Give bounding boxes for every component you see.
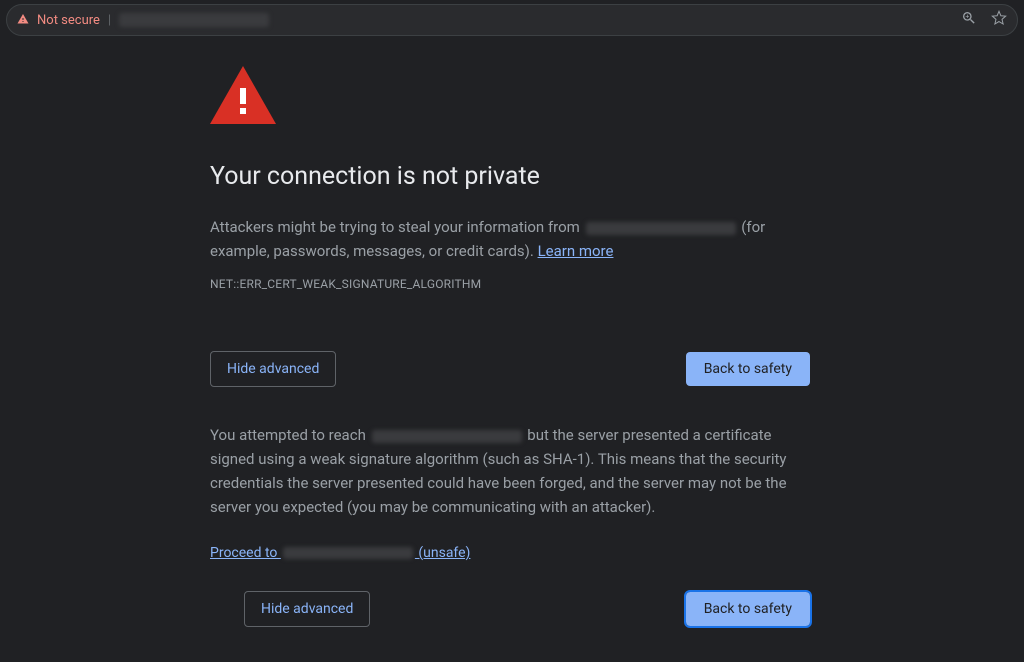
proceed-link-row: Proceed to (unsafe) bbox=[210, 545, 820, 561]
hide-advanced-button-2[interactable]: Hide advanced bbox=[244, 591, 370, 627]
back-to-safety-button-2[interactable]: Back to safety bbox=[686, 592, 810, 626]
warning-body-prefix: Attackers might be trying to steal your … bbox=[210, 218, 584, 236]
details-prefix: You attempted to reach bbox=[210, 426, 370, 444]
address-divider: | bbox=[108, 13, 111, 28]
error-code: NET::ERR_CERT_WEAK_SIGNATURE_ALGORITHM bbox=[210, 277, 820, 291]
warning-title: Your connection is not private bbox=[210, 162, 820, 191]
not-secure-label: Not secure bbox=[37, 13, 100, 28]
advanced-details: You attempted to reach but the server pr… bbox=[210, 423, 800, 519]
back-to-safety-button[interactable]: Back to safety bbox=[686, 352, 810, 386]
url-redacted bbox=[119, 13, 269, 27]
warning-body: Attackers might be trying to steal your … bbox=[210, 215, 820, 263]
warning-big-icon bbox=[210, 66, 276, 124]
host-redacted-2 bbox=[372, 430, 522, 443]
proceed-prefix: Proceed to bbox=[210, 545, 281, 561]
proceed-unsafe-link[interactable]: Proceed to (unsafe) bbox=[210, 545, 470, 561]
learn-more-link[interactable]: Learn more bbox=[538, 242, 614, 260]
proceed-suffix: (unsafe) bbox=[415, 545, 471, 561]
host-redacted-3 bbox=[283, 547, 413, 559]
button-row-secondary: Hide advanced Back to safety bbox=[210, 591, 810, 627]
ssl-warning-interstitial: Your connection is not private Attackers… bbox=[0, 36, 820, 627]
zoom-icon[interactable] bbox=[961, 10, 977, 30]
host-redacted bbox=[586, 222, 736, 235]
button-row-primary: Hide advanced Back to safety bbox=[210, 351, 810, 387]
warning-triangle-icon bbox=[17, 13, 29, 28]
address-bar[interactable]: Not secure | bbox=[6, 4, 1018, 36]
bookmark-star-icon[interactable] bbox=[991, 10, 1007, 30]
hide-advanced-button[interactable]: Hide advanced bbox=[210, 351, 336, 387]
